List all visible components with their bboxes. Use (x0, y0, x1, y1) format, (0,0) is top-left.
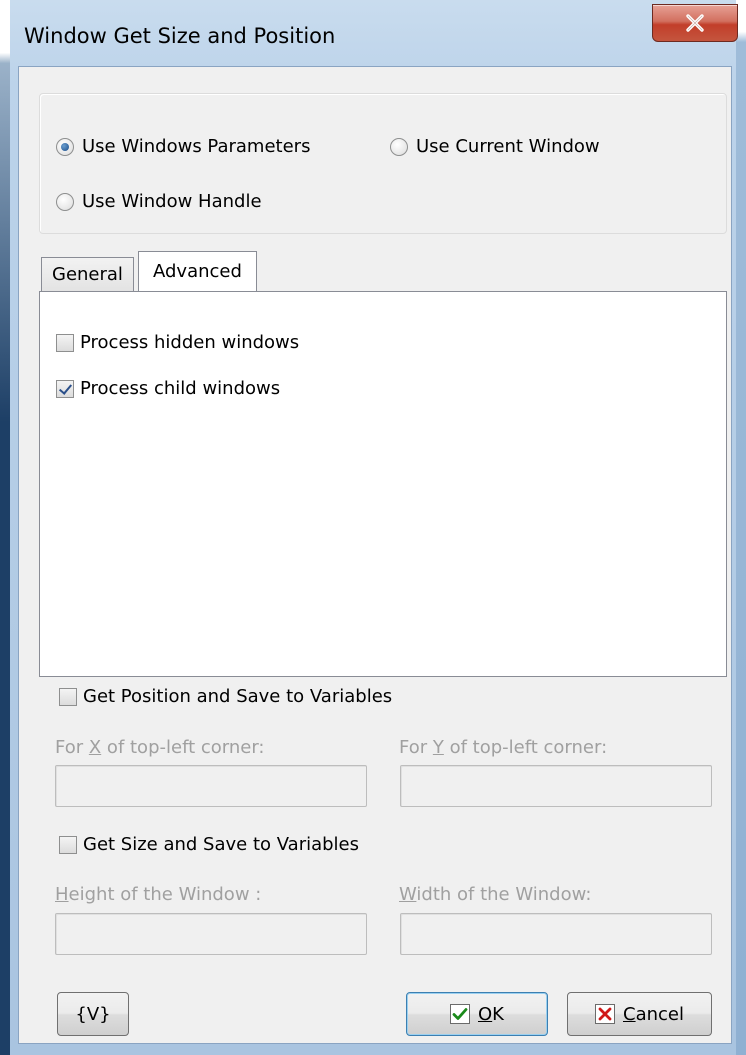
label-text: For (399, 737, 433, 758)
radio-use-window-handle[interactable]: Use Window Handle (56, 191, 262, 212)
radio-label: Use Current Window (416, 136, 600, 157)
dialog-client: Use Windows Parameters Use Current Windo… (18, 66, 732, 1044)
radio-use-windows-parameters[interactable]: Use Windows Parameters (56, 136, 310, 157)
checkbox-get-position[interactable]: Get Position and Save to Variables (59, 686, 392, 707)
label-text: K (492, 1003, 504, 1025)
label-accelerator: Y (432, 737, 444, 758)
height-label: Height of the Window : (55, 884, 261, 905)
width-label: Width of the Window: (399, 884, 591, 905)
cancel-button[interactable]: Cancel (567, 992, 712, 1036)
checkbox-indicator (59, 687, 77, 706)
window-left-edge (0, 0, 10, 1055)
label-accelerator: C (623, 1003, 636, 1025)
window-right-edge (736, 0, 746, 1055)
radio-indicator (56, 192, 74, 211)
label-text: idth of the Window: (416, 884, 592, 905)
radio-use-current-window[interactable]: Use Current Window (390, 136, 600, 157)
checkbox-indicator (56, 333, 74, 352)
checkmark-glyph (452, 1008, 468, 1020)
label-accelerator: H (55, 884, 69, 905)
radio-label: Use Window Handle (82, 191, 262, 212)
width-field[interactable] (400, 913, 712, 955)
y-corner-label: For Y of top-left corner: (399, 737, 607, 758)
checkbox-label: Process child windows (80, 378, 281, 399)
tab-advanced[interactable]: Advanced (138, 251, 257, 291)
label-text: of top-left corner: (443, 737, 608, 758)
label-accelerator: X (88, 737, 102, 758)
tab-label: Advanced (153, 261, 242, 282)
checkbox-label: Get Size and Save to Variables (83, 834, 360, 855)
tab-label: General (52, 264, 123, 285)
radio-indicator (390, 137, 408, 156)
button-label: Cancel (623, 1004, 684, 1025)
label-accelerator: O (478, 1003, 493, 1025)
cancel-x-icon (595, 1004, 615, 1024)
close-button[interactable] (652, 4, 738, 42)
button-label: OK (478, 1004, 504, 1025)
title-bar[interactable]: Window Get Size and Position (10, 0, 736, 66)
height-field[interactable] (55, 913, 367, 955)
label-accelerator: W (399, 884, 417, 905)
checkbox-indicator (59, 835, 77, 854)
label-text: ancel (635, 1003, 684, 1025)
button-label: {V} (75, 1003, 111, 1025)
ok-check-icon (450, 1004, 470, 1024)
y-corner-field[interactable] (400, 765, 712, 807)
variables-button[interactable]: {V} (57, 992, 129, 1036)
radio-selected-indicator (56, 137, 74, 156)
checkbox-checked-indicator (56, 379, 74, 398)
advanced-tab-panel: Process hidden windows Process child win… (39, 291, 727, 677)
x-corner-field[interactable] (55, 765, 367, 807)
label-text: For (55, 737, 89, 758)
window-title: Window Get Size and Position (24, 24, 336, 48)
checkbox-process-child-windows[interactable]: Process child windows (56, 378, 280, 399)
ok-button[interactable]: OK (406, 992, 548, 1036)
label-text: of top-left corner: (101, 737, 265, 758)
checkbox-process-hidden-windows[interactable]: Process hidden windows (56, 332, 299, 353)
checkbox-get-size[interactable]: Get Size and Save to Variables (59, 834, 359, 855)
checkbox-label: Get Position and Save to Variables (83, 686, 393, 707)
mode-group: Use Windows Parameters Use Current Windo… (39, 93, 727, 234)
radio-label: Use Windows Parameters (82, 136, 311, 157)
x-corner-label: For X of top-left corner: (55, 737, 265, 758)
label-text: eight of the Window : (68, 884, 262, 905)
checkbox-label: Process hidden windows (80, 332, 300, 353)
x-glyph (598, 1007, 612, 1021)
tab-general[interactable]: General (41, 257, 134, 291)
close-icon (686, 14, 704, 32)
